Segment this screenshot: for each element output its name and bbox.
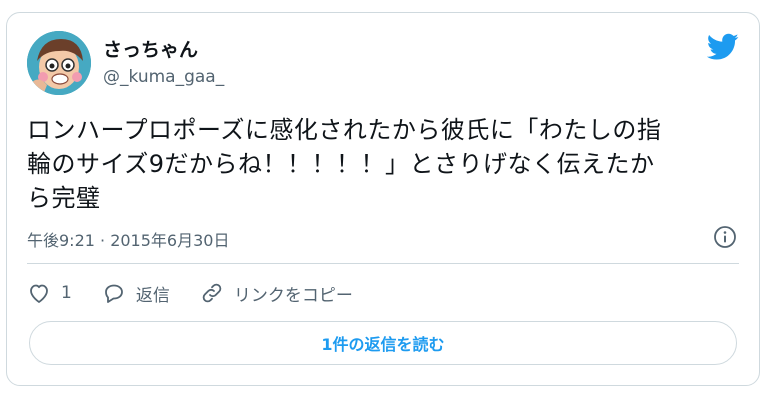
- twitter-bird-icon[interactable]: [707, 33, 739, 61]
- user-handle[interactable]: @_kuma_gaa_: [103, 67, 224, 87]
- heart-icon: [30, 284, 48, 303]
- speech-bubble-icon: [104, 284, 123, 303]
- info-icon[interactable]: [713, 225, 737, 249]
- read-replies-button[interactable]: 1件の返信を読む: [29, 321, 737, 365]
- copy-link-button[interactable]: リンクをコピー: [200, 281, 353, 306]
- avatar[interactable]: [27, 31, 91, 95]
- reply-label: 返信: [135, 285, 170, 306]
- divider: [27, 263, 739, 264]
- copy-link-label: リンクをコピー: [233, 285, 353, 306]
- reply-button[interactable]: 返信: [102, 281, 170, 306]
- tweet-card: さっちゃん @_kuma_gaa_ ロンハープロポーズに感化されたから彼氏に「わ…: [6, 12, 760, 386]
- tweet-timestamp[interactable]: 午後9:21 · 2015年6月30日: [27, 227, 229, 251]
- like-button[interactable]: 1: [27, 281, 72, 305]
- action-bar: 1 返信 リンクをコピー: [27, 279, 383, 307]
- link-icon: [202, 283, 222, 303]
- like-count: 1: [61, 283, 72, 303]
- tweet-text: ロンハープロポーズに感化されたから彼氏に「わたしの指 輪のサイズ9だからね！！！…: [27, 116, 662, 212]
- display-name[interactable]: さっちゃん: [103, 35, 198, 62]
